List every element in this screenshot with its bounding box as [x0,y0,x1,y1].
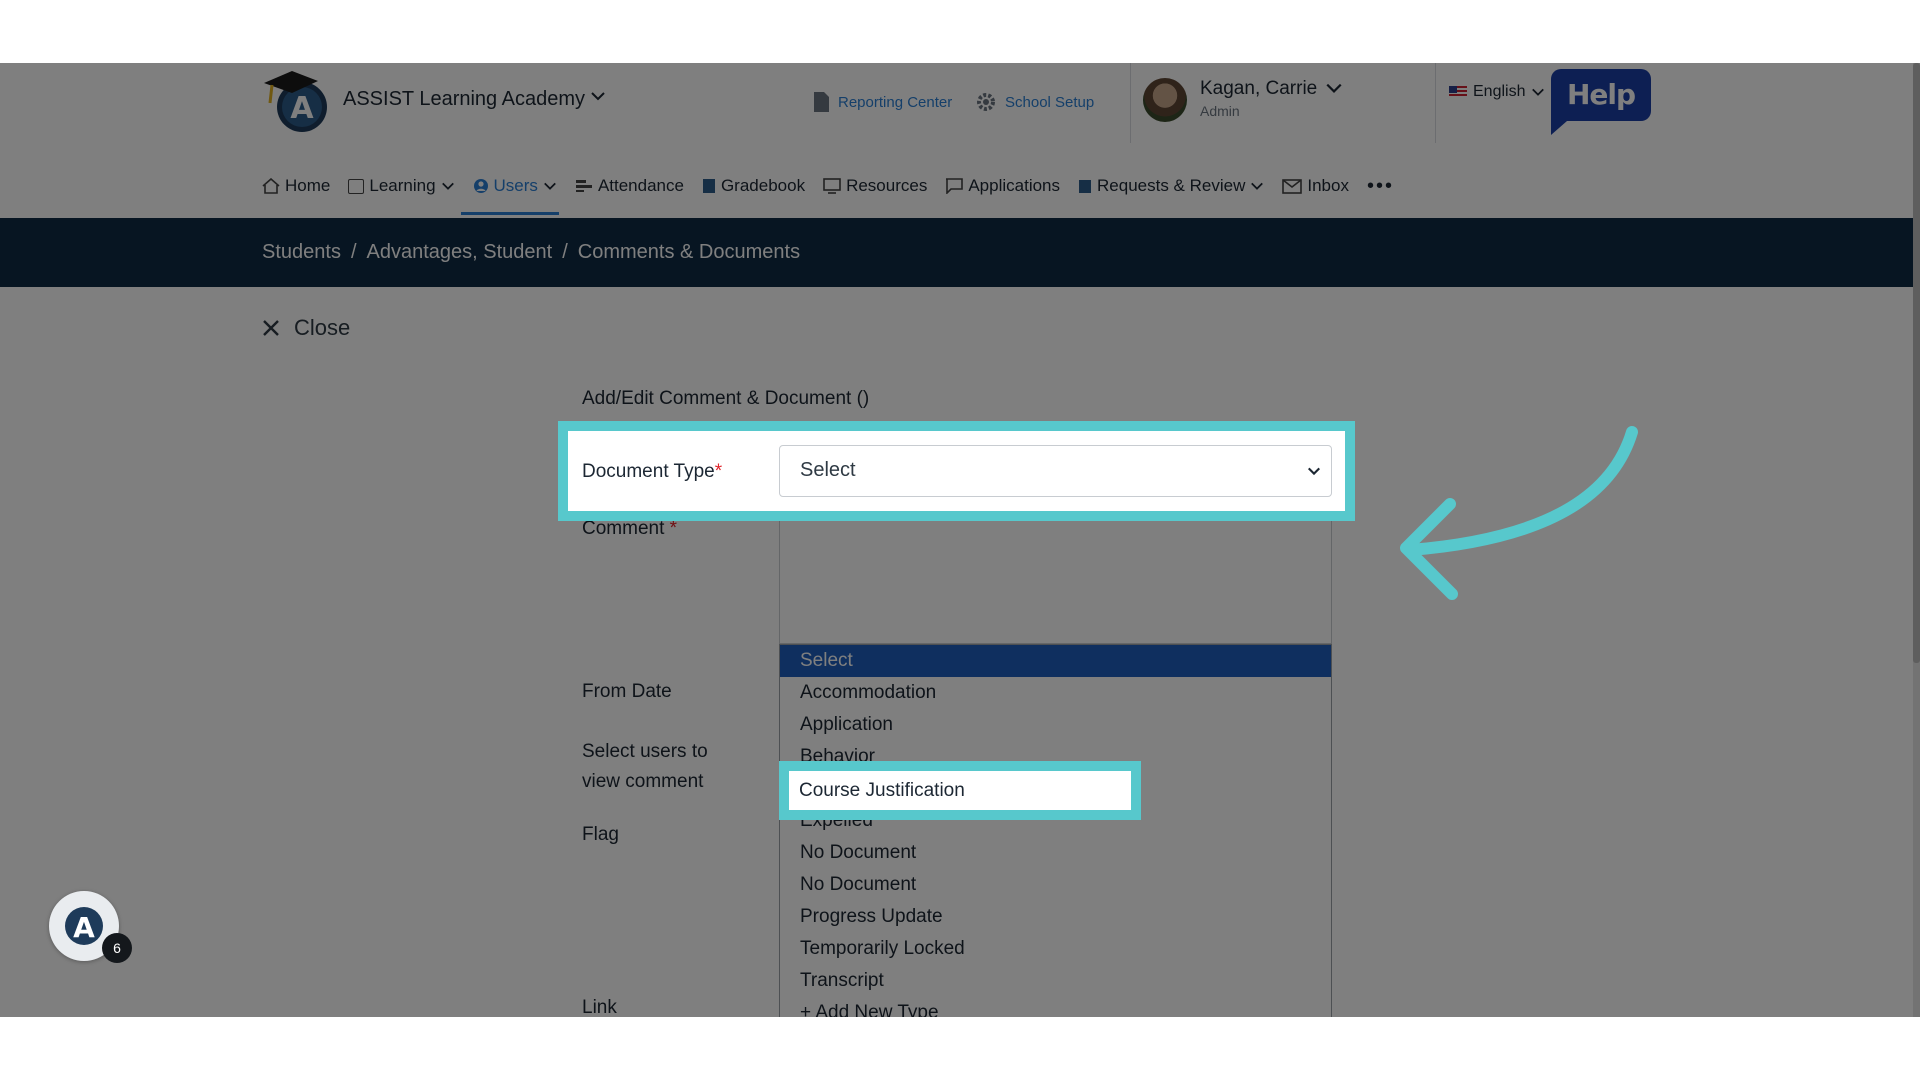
required-mark: * [714,461,723,482]
arrow-annotation-icon [1400,426,1638,600]
document-type-select[interactable]: Select [779,445,1332,497]
dropdown-option-course-justification[interactable]: Course Justification [789,771,1131,810]
app-frame: A ASSIST Learning Academy Reporting Cent… [0,63,1920,1017]
assist-logo-icon: A [65,907,103,945]
chevron-down-icon [1308,467,1320,476]
notification-badge: 6 [102,933,132,963]
document-type-value: Select [800,459,856,481]
document-type-label: Document Type* [582,457,722,487]
svg-text:A: A [73,911,95,944]
document-type-label-text: Document Type [582,461,715,482]
document-type-highlight: Document Type* Select [558,421,1355,521]
course-justification-highlight: Course Justification [779,761,1141,820]
